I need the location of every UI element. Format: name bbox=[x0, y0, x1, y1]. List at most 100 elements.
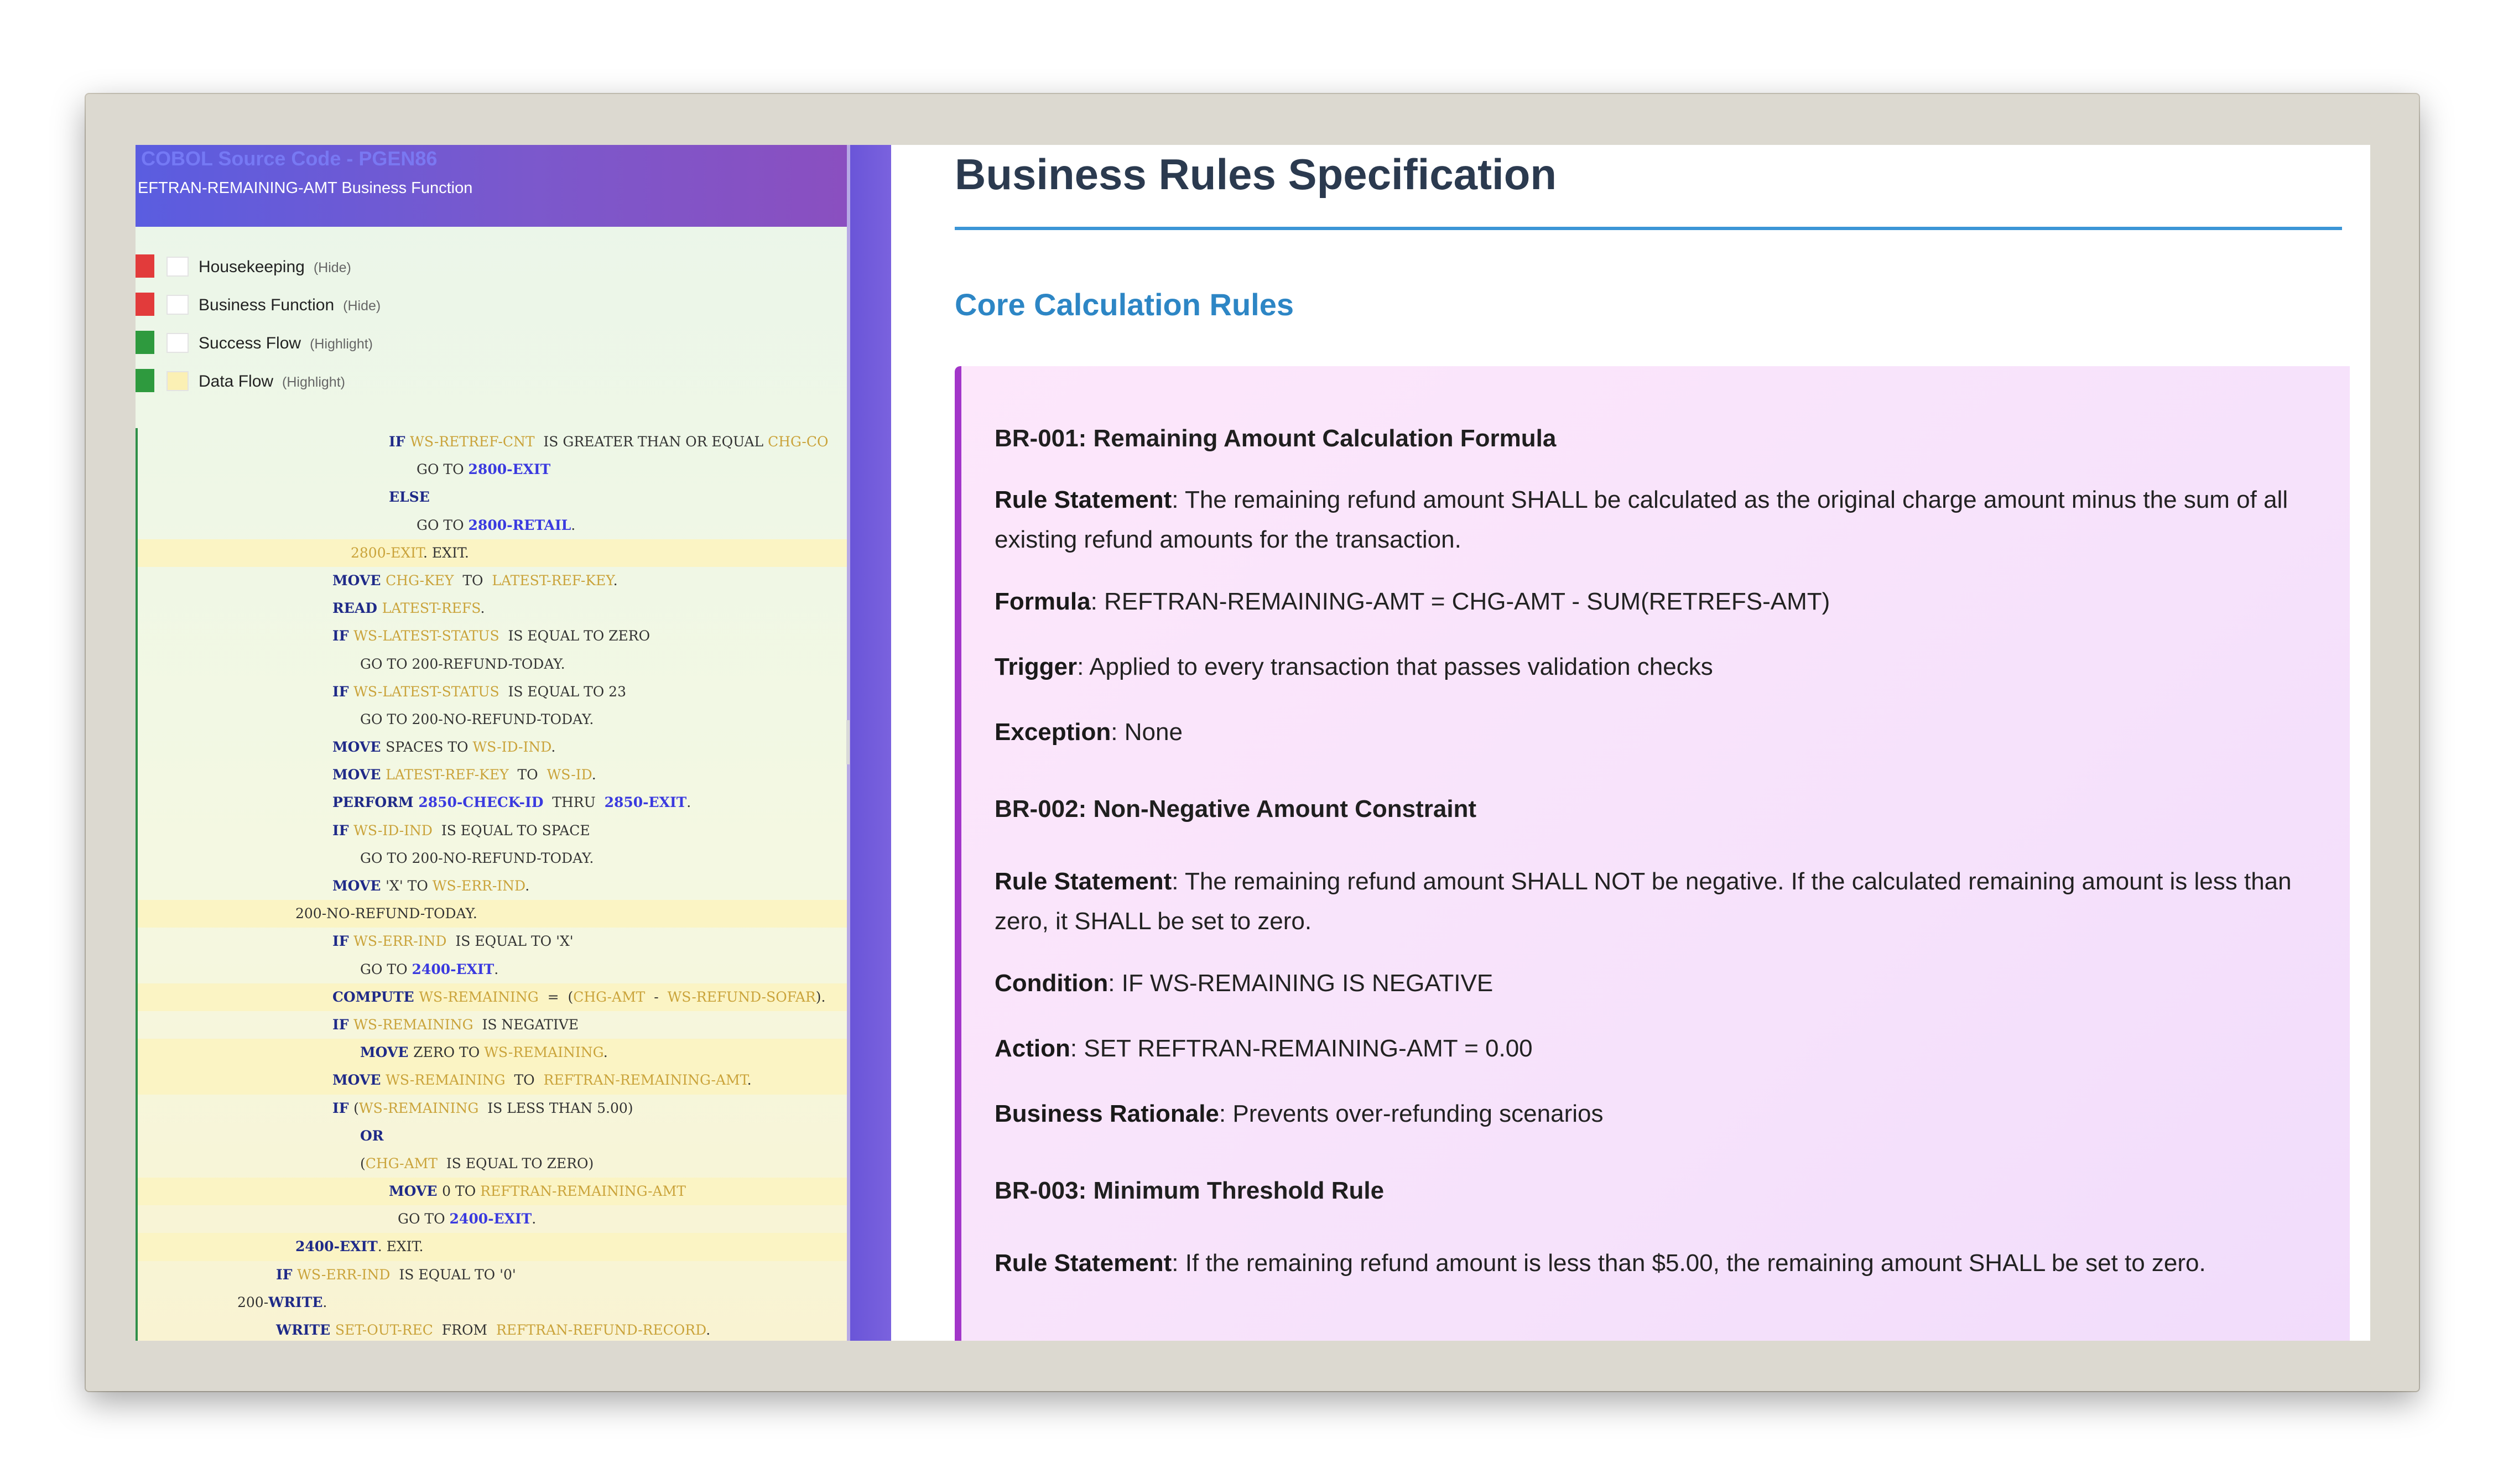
legend-toggle[interactable]: (Highlight) bbox=[282, 374, 345, 390]
code-token: ). bbox=[815, 988, 826, 1005]
code-token: WS-ID-IND bbox=[472, 739, 551, 756]
code-token: OR bbox=[360, 1127, 384, 1144]
code-token: ( bbox=[360, 1155, 366, 1171]
legend-item-data-flow[interactable]: Data Flow (Highlight) bbox=[136, 365, 847, 403]
code-token: . bbox=[532, 1211, 537, 1227]
code-token: 0 TO bbox=[442, 1183, 481, 1200]
code-token: WS-REMAINING bbox=[419, 988, 539, 1005]
rule-item-label: Formula bbox=[995, 588, 1091, 615]
code-token: TO bbox=[454, 572, 492, 589]
legend-item-business-function[interactable]: Business Function (Hide) bbox=[136, 288, 847, 326]
code-token: WS-REMAINING bbox=[353, 1016, 473, 1033]
code-token: . bbox=[494, 961, 499, 977]
code-token: TO bbox=[508, 767, 547, 783]
panel-splitter[interactable] bbox=[850, 145, 891, 1341]
color-swatch-icon bbox=[136, 254, 154, 278]
code-token: . bbox=[686, 794, 691, 811]
code-token: GO TO bbox=[360, 961, 412, 977]
legend-checkbox[interactable] bbox=[166, 371, 189, 391]
code-token: IF bbox=[389, 434, 410, 450]
code-token: PERFORM bbox=[332, 794, 419, 811]
code-token: WS-RETREF-CNT bbox=[410, 434, 535, 450]
code-token: MOVE bbox=[332, 572, 386, 589]
code-token: . bbox=[706, 1322, 711, 1338]
legend-toggle[interactable]: (Hide) bbox=[343, 298, 381, 314]
legend-checkbox[interactable] bbox=[166, 257, 189, 277]
rule-item: Exception: None bbox=[995, 718, 1183, 746]
code-line: (CHG-AMT IS EQUAL TO ZERO) bbox=[136, 1149, 847, 1178]
code-token: LATEST-REF-KEY bbox=[492, 572, 613, 589]
rule-heading-br-003: BR-003: Minimum Threshold Rule bbox=[995, 1177, 1385, 1204]
code-token: IS EQUAL TO ZERO) bbox=[437, 1155, 594, 1171]
code-token: 2800-EXIT bbox=[351, 544, 423, 561]
code-token: 'X' TO bbox=[386, 878, 433, 894]
code-token: . EXIT. bbox=[423, 544, 469, 561]
code-token: IF bbox=[332, 628, 354, 644]
code-token: . bbox=[747, 1072, 752, 1089]
code-token: WS-ID-IND bbox=[353, 822, 433, 839]
code-token: FROM bbox=[433, 1322, 496, 1338]
code-line: WRITE SET-OUT-REC FROM REFTRAN-REFUND-RE… bbox=[136, 1316, 847, 1341]
scrollbar-thumb[interactable] bbox=[846, 720, 850, 764]
code-line: GO TO 200-REFUND-TODAY. bbox=[136, 650, 847, 678]
legend-checkbox[interactable] bbox=[166, 295, 189, 315]
rule-item-label: Action bbox=[995, 1035, 1070, 1062]
code-line: GO TO 2400-EXIT. bbox=[136, 955, 847, 983]
code-token: WRITE bbox=[276, 1322, 335, 1338]
code-token: 2850-CHECK-ID bbox=[418, 794, 544, 811]
rule-heading-br-002: BR-002: Non-Negative Amount Constraint bbox=[995, 795, 1477, 822]
code-token: IF bbox=[332, 1100, 354, 1116]
code-line: MOVE LATEST-REF-KEY TO WS-ID. bbox=[136, 761, 847, 789]
code-token: 2400-EXIT bbox=[449, 1211, 532, 1227]
code-token: IS NEGATIVE bbox=[473, 1016, 579, 1033]
code-line: READ LATEST-REFS. bbox=[136, 595, 847, 623]
rule-item-label: Trigger bbox=[995, 653, 1078, 680]
code-token: CHG-AMT bbox=[365, 1155, 438, 1171]
code-token: MOVE bbox=[332, 767, 386, 783]
code-line: GO TO 2400-EXIT. bbox=[136, 1205, 847, 1233]
code-line: MOVE ZERO TO WS-REMAINING. bbox=[136, 1039, 847, 1067]
legend: Housekeeping (Hide) Business Function (Hid… bbox=[136, 250, 847, 403]
code-token: 2850-EXIT bbox=[604, 794, 687, 811]
rule-item-text: None bbox=[1124, 718, 1183, 746]
rule-item-label: Business Rationale bbox=[995, 1100, 1219, 1127]
legend-item-success-flow[interactable]: Success Flow (Highlight) bbox=[136, 326, 847, 365]
code-token: THRU bbox=[543, 794, 605, 811]
code-token: . bbox=[480, 600, 485, 617]
code-token: IF bbox=[332, 933, 354, 950]
legend-checkbox[interactable] bbox=[166, 333, 189, 353]
code-token: REFTRAN-REMAINING-AMT bbox=[543, 1072, 747, 1089]
code-token: REFTRAN-REMAINING-AMT bbox=[480, 1183, 686, 1200]
rule-item: Trigger: Applied to every transaction th… bbox=[995, 653, 1713, 680]
code-token: SET-OUT-REC bbox=[335, 1322, 433, 1338]
rule-item-text: The remaining refund amount SHALL be cal… bbox=[995, 486, 2288, 553]
legend-toggle[interactable]: (Highlight) bbox=[310, 336, 373, 352]
code-token: LATEST-REF-KEY bbox=[386, 767, 509, 783]
rule-item: Business Rationale: Prevents over-refund… bbox=[995, 1100, 1604, 1127]
code-line: IF (WS-REMAINING IS LESS THAN 5.00) bbox=[136, 1094, 847, 1122]
code-token: WS-ERR-IND bbox=[432, 878, 525, 894]
legend-item-housekeeping[interactable]: Housekeeping (Hide) bbox=[136, 250, 847, 288]
legend-label: Success Flow bbox=[199, 334, 301, 352]
code-line: GO TO 200-NO-REFUND-TODAY. bbox=[136, 705, 847, 734]
code-line: MOVE WS-REMAINING TO REFTRAN-REMAINING-A… bbox=[136, 1066, 847, 1095]
code-line: OR bbox=[136, 1122, 847, 1150]
code-token: READ bbox=[332, 600, 382, 617]
code-line: 200-WRITE. bbox=[136, 1288, 847, 1316]
code-token: 200- bbox=[237, 1294, 269, 1310]
rule-item-text: REFTRAN-REMAINING-AMT = CHG-AMT - SUM(RE… bbox=[1104, 588, 1830, 615]
code-token: IF bbox=[332, 1016, 354, 1033]
code-token: COMPUTE bbox=[332, 988, 419, 1005]
legend-toggle[interactable]: (Hide) bbox=[314, 260, 351, 275]
code-line: 2800-EXIT. EXIT. bbox=[136, 539, 847, 567]
code-token: ( bbox=[353, 1100, 359, 1116]
code-token: MOVE bbox=[332, 739, 386, 756]
legend-label: Business Function bbox=[199, 296, 335, 314]
code-token: ZERO TO bbox=[413, 1044, 485, 1061]
source-panel-title: COBOL Source Code - PGEN86 bbox=[141, 147, 438, 170]
code-token: IS EQUAL TO SPACE bbox=[432, 822, 590, 839]
code-token: SPACES TO bbox=[386, 739, 473, 756]
code-token: ELSE bbox=[389, 489, 430, 506]
rule-item: Action: SET REFTRAN-REMAINING-AMT = 0.00 bbox=[995, 1035, 1533, 1062]
section-title: Core Calculation Rules bbox=[955, 287, 1294, 322]
